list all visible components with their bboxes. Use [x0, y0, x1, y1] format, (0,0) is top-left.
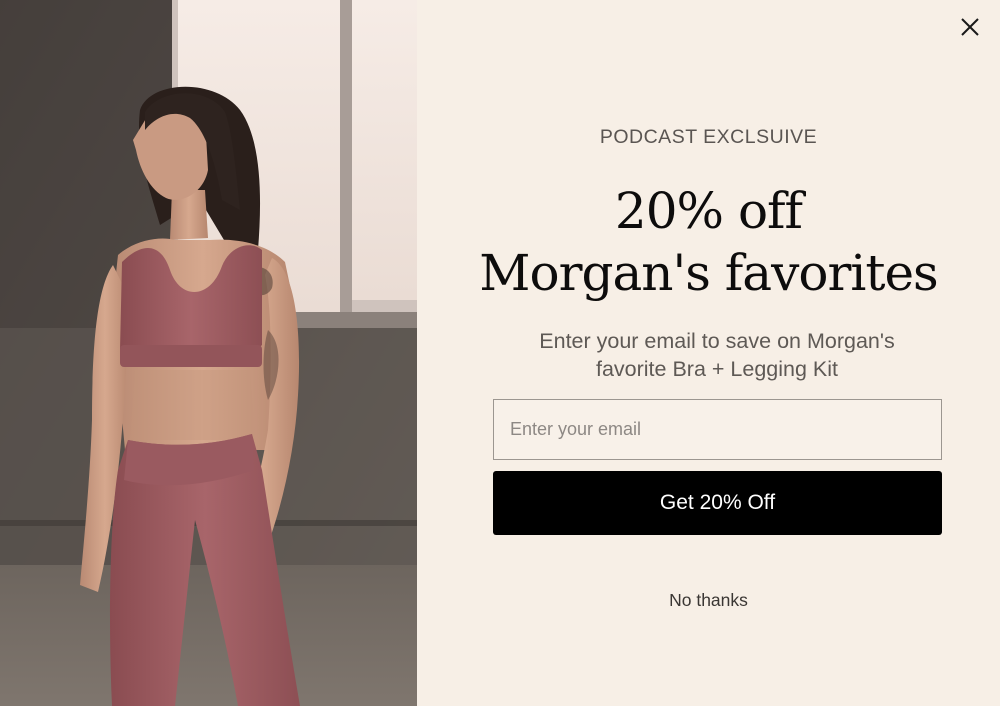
headline: 20% off Morgan's favorites [417, 180, 1000, 304]
content-panel: PODCAST EXCLSUIVE 20% off Morgan's favor… [417, 0, 1000, 706]
headline-line-discount: 20% off [614, 182, 803, 240]
eyebrow-label: PODCAST EXCLSUIVE [599, 126, 818, 148]
description-text: Enter your email to save on Morgan's fav… [539, 329, 895, 381]
email-input[interactable] [493, 399, 942, 460]
model-photo [0, 0, 417, 706]
close-button[interactable] [957, 14, 983, 40]
get-discount-button[interactable]: Get 20% Off [493, 471, 942, 535]
promo-popup: PODCAST EXCLSUIVE 20% off Morgan's favor… [0, 0, 1000, 706]
close-icon [961, 18, 979, 36]
headline-line-title: Morgan's favorites [479, 244, 938, 302]
no-thanks-link[interactable]: No thanks [417, 590, 1000, 611]
